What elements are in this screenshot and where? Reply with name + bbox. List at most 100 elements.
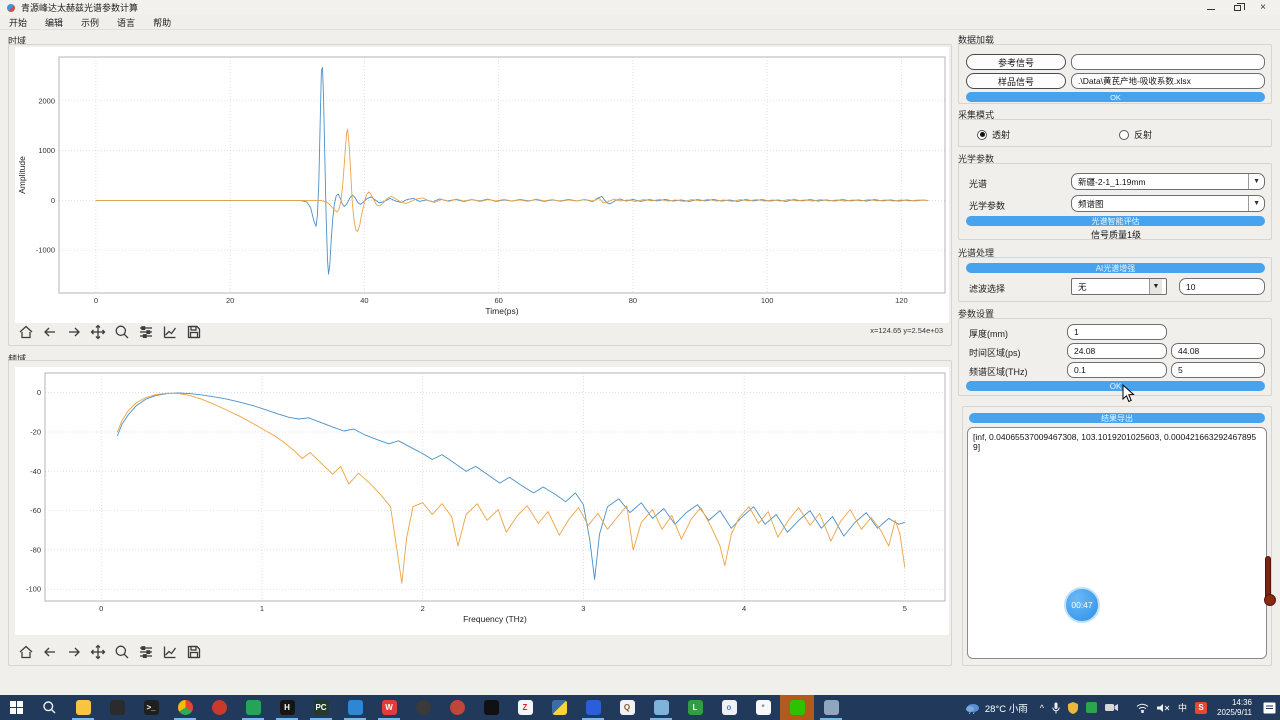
taskbar-app-drive-circles-app[interactable]: o bbox=[712, 695, 746, 720]
time-to-field[interactable] bbox=[1171, 343, 1265, 359]
freq-domain-plot[interactable]: 0123450-20-40-60-80-100Frequency (THz) bbox=[15, 367, 949, 635]
zoom-button[interactable] bbox=[113, 323, 130, 340]
sogou-icon[interactable]: S bbox=[1191, 695, 1211, 720]
reference-signal-field[interactable] bbox=[1071, 54, 1265, 70]
taskbar-app-l-green-app[interactable]: L bbox=[678, 695, 712, 720]
sample-signal-field[interactable] bbox=[1071, 73, 1265, 89]
weather-widget[interactable]: 28°C 小雨 bbox=[957, 701, 1036, 715]
taskbar-app-photo-viewer[interactable] bbox=[814, 695, 848, 720]
optical-param-combobox[interactable]: 频谱图 ▼ bbox=[1071, 195, 1265, 212]
svg-text:-60: -60 bbox=[30, 506, 41, 515]
svg-text:-40: -40 bbox=[30, 467, 41, 476]
taskbar-app-chrome[interactable] bbox=[168, 695, 202, 720]
settings-ok-button[interactable]: OK bbox=[966, 381, 1265, 391]
settings-group: 厚度(mm) 时间区域(ps) 频谱区域(THz) OK bbox=[958, 318, 1272, 396]
close-button[interactable]: × bbox=[1250, 0, 1276, 15]
sample-signal-button[interactable]: 样品信号 bbox=[966, 73, 1066, 89]
filter-param-field[interactable] bbox=[1179, 278, 1265, 295]
taskbar-app-zotero[interactable]: Z bbox=[508, 695, 542, 720]
taskbar-app-ide-green[interactable]: PC bbox=[304, 695, 338, 720]
freq-from-field[interactable] bbox=[1067, 362, 1167, 378]
reference-signal-button[interactable]: 参考信号 bbox=[966, 54, 1066, 70]
pan-button[interactable] bbox=[89, 643, 106, 660]
forward-button[interactable] bbox=[65, 323, 82, 340]
taskbar: >_ HPC W Z Q Lo* 28°C 小雨 ^ bbox=[0, 695, 1280, 720]
taskbar-app-image-tool[interactable] bbox=[644, 695, 678, 720]
taskbar-app-wps[interactable]: W bbox=[372, 695, 406, 720]
taskbar-app-green-chat-app[interactable] bbox=[236, 695, 270, 720]
customize-plot-button[interactable] bbox=[161, 643, 178, 660]
tray-chevron-up[interactable]: ^ bbox=[1036, 695, 1048, 720]
taskbar-app-cmd[interactable] bbox=[100, 695, 134, 720]
taskbar-app-black-cup-app[interactable] bbox=[474, 695, 508, 720]
time-domain-plot[interactable]: 020406080100120-1000010002000Time(ps)Amp… bbox=[15, 47, 949, 323]
taskbar-app-flower-app[interactable]: * bbox=[746, 695, 780, 720]
radio-transmission[interactable]: 透射 bbox=[977, 128, 1010, 141]
ai-enhance-button[interactable]: AI光谱增强 bbox=[966, 263, 1265, 273]
save-button[interactable] bbox=[185, 643, 202, 660]
clock[interactable]: 14:36 2025/9/11 bbox=[1211, 698, 1258, 718]
thickness-field[interactable] bbox=[1067, 324, 1167, 340]
taskbar-app-python[interactable] bbox=[542, 695, 576, 720]
home-button[interactable] bbox=[17, 323, 34, 340]
zoom-button[interactable] bbox=[113, 643, 130, 660]
result-output-area[interactable]: [inf, 0.04065537009467308, 103.101920102… bbox=[967, 427, 1267, 659]
chevron-down-icon: ▼ bbox=[1248, 196, 1260, 211]
subplots-button[interactable] bbox=[137, 323, 154, 340]
ime-indicator[interactable]: 中 bbox=[1174, 695, 1191, 720]
green-tray-icon[interactable] bbox=[1082, 695, 1101, 720]
menu-help[interactable]: 帮助 bbox=[144, 16, 180, 29]
subplots-button[interactable] bbox=[137, 643, 154, 660]
minimize-button[interactable] bbox=[1198, 0, 1224, 15]
customize-plot-button[interactable] bbox=[161, 323, 178, 340]
menu-language[interactable]: 语言 bbox=[108, 16, 144, 29]
forward-button[interactable] bbox=[65, 643, 82, 660]
thickness-label: 厚度(mm) bbox=[969, 327, 1008, 340]
taskbar-app-wechat[interactable] bbox=[780, 695, 814, 720]
svg-text:Amplitude: Amplitude bbox=[17, 156, 27, 194]
filter-combobox[interactable]: 无 ▼ bbox=[1071, 278, 1167, 295]
weather-cloud-icon bbox=[965, 702, 981, 714]
time-from-field[interactable] bbox=[1067, 343, 1167, 359]
time-domain-toolbar bbox=[17, 323, 202, 340]
search-button[interactable] bbox=[32, 695, 66, 720]
spectrum-eval-button[interactable]: 光谱智能评估 bbox=[966, 216, 1265, 226]
time-domain-group: 020406080100120-1000010002000Time(ps)Amp… bbox=[8, 44, 952, 346]
taskbar-app-red-bird-app[interactable] bbox=[440, 695, 474, 720]
home-button[interactable] bbox=[17, 643, 34, 660]
restore-button[interactable] bbox=[1224, 0, 1250, 15]
photo-viewer-icon bbox=[824, 700, 839, 715]
taskbar-app-dark-circle-app[interactable] bbox=[406, 695, 440, 720]
volume-muted-icon[interactable] bbox=[1153, 695, 1174, 720]
camera-tray-icon[interactable] bbox=[1101, 695, 1122, 720]
taskbar-app-h-tool[interactable]: H bbox=[270, 695, 304, 720]
wifi-icon[interactable] bbox=[1132, 695, 1153, 720]
microphone-icon[interactable] bbox=[1048, 695, 1064, 720]
thermometer-widget[interactable] bbox=[1265, 556, 1271, 600]
data-load-ok-button[interactable]: OK bbox=[966, 92, 1265, 102]
pan-button[interactable] bbox=[89, 323, 106, 340]
filter-label: 滤波选择 bbox=[969, 282, 1005, 295]
freq-to-field[interactable] bbox=[1171, 362, 1265, 378]
notification-center-icon[interactable] bbox=[1258, 695, 1280, 720]
taskbar-app-everything-search[interactable]: Q bbox=[610, 695, 644, 720]
taskbar-app-file-explorer[interactable] bbox=[66, 695, 100, 720]
menu-edit[interactable]: 编辑 bbox=[36, 16, 72, 29]
back-button[interactable] bbox=[41, 643, 58, 660]
menu-examples[interactable]: 示例 bbox=[72, 16, 108, 29]
everything-search-icon: Q bbox=[620, 700, 635, 715]
radio-reflection[interactable]: 反射 bbox=[1119, 128, 1152, 141]
result-export-button[interactable]: 结果导出 bbox=[969, 413, 1265, 423]
taskbar-app-media-player[interactable] bbox=[202, 695, 236, 720]
spectrum-combobox[interactable]: 新疆-2-1_1.19mm ▼ bbox=[1071, 173, 1265, 190]
optical-param-label: 光学参数 bbox=[969, 199, 1005, 212]
menu-start[interactable]: 开始 bbox=[0, 16, 36, 29]
save-button[interactable] bbox=[185, 323, 202, 340]
taskbar-app-terminal[interactable]: >_ bbox=[134, 695, 168, 720]
start-button[interactable] bbox=[0, 695, 32, 720]
taskbar-app-cloud-disk[interactable] bbox=[576, 695, 610, 720]
taskbar-app-vscode[interactable] bbox=[338, 695, 372, 720]
pc-manager-icon[interactable] bbox=[1064, 695, 1082, 720]
back-button[interactable] bbox=[41, 323, 58, 340]
back-icon bbox=[42, 644, 58, 660]
